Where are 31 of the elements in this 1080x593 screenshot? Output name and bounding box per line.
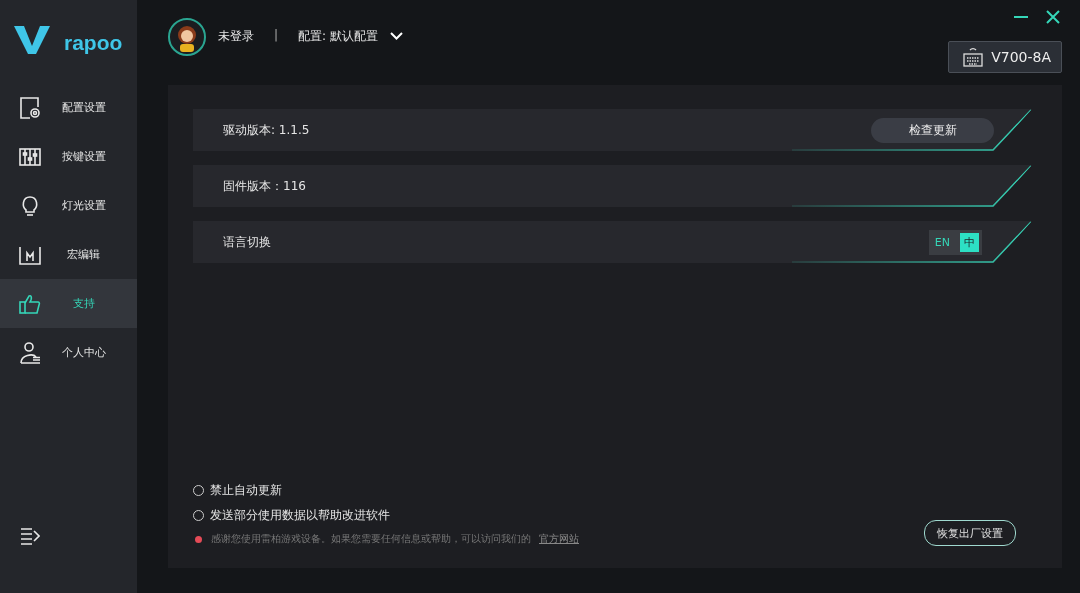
close-icon[interactable] (1046, 10, 1060, 24)
option-label: 发送部分使用数据以帮助改进软件 (210, 507, 390, 524)
language-option[interactable]: EN (932, 233, 952, 251)
option-label: 禁止自动更新 (210, 482, 282, 499)
collapse-menu-icon[interactable] (20, 527, 40, 545)
row-label: 驱动版本: 1.1.5 (223, 121, 311, 139)
notice-text: 感谢您使用雷柏游戏设备。如果您需要任何信息或帮助，可以访问我们的 (211, 532, 531, 546)
brand-logo: rapoo (64, 31, 123, 55)
keyboard-icon (963, 47, 984, 67)
user-icon (18, 340, 42, 365)
language-option[interactable]: 中 (960, 232, 979, 252)
chevron-down-icon[interactable] (389, 32, 403, 40)
sidebar-item[interactable]: 灯光设置 (0, 181, 137, 230)
sidebar-item[interactable]: 个人中心 (0, 328, 137, 377)
sidebar-item[interactable]: 支持 (0, 279, 137, 328)
sidebar-item[interactable]: 宏编辑 (0, 230, 137, 279)
website-link[interactable]: 官方网站 (539, 532, 579, 546)
device-button[interactable]: V700-8A (948, 41, 1062, 73)
row-label: 语言切换 (223, 233, 272, 251)
settings-icon (18, 95, 42, 120)
check-update-button[interactable]: 检查更新 (871, 117, 994, 143)
logo-icon (14, 24, 50, 56)
separator: | (274, 28, 279, 42)
login-status[interactable]: 未登录 (218, 28, 254, 45)
profile-selector[interactable]: 配置: 默认配置 (298, 28, 378, 45)
row-label: 固件版本：116 (223, 177, 307, 195)
sidebar-item[interactable]: 按键设置 (0, 132, 137, 181)
reset-button[interactable]: 恢复出厂设置 (924, 520, 1016, 546)
sidebar-item[interactable]: 配置设置 (0, 83, 137, 132)
avatar[interactable] (168, 18, 206, 56)
notice-dot-icon (195, 535, 202, 543)
